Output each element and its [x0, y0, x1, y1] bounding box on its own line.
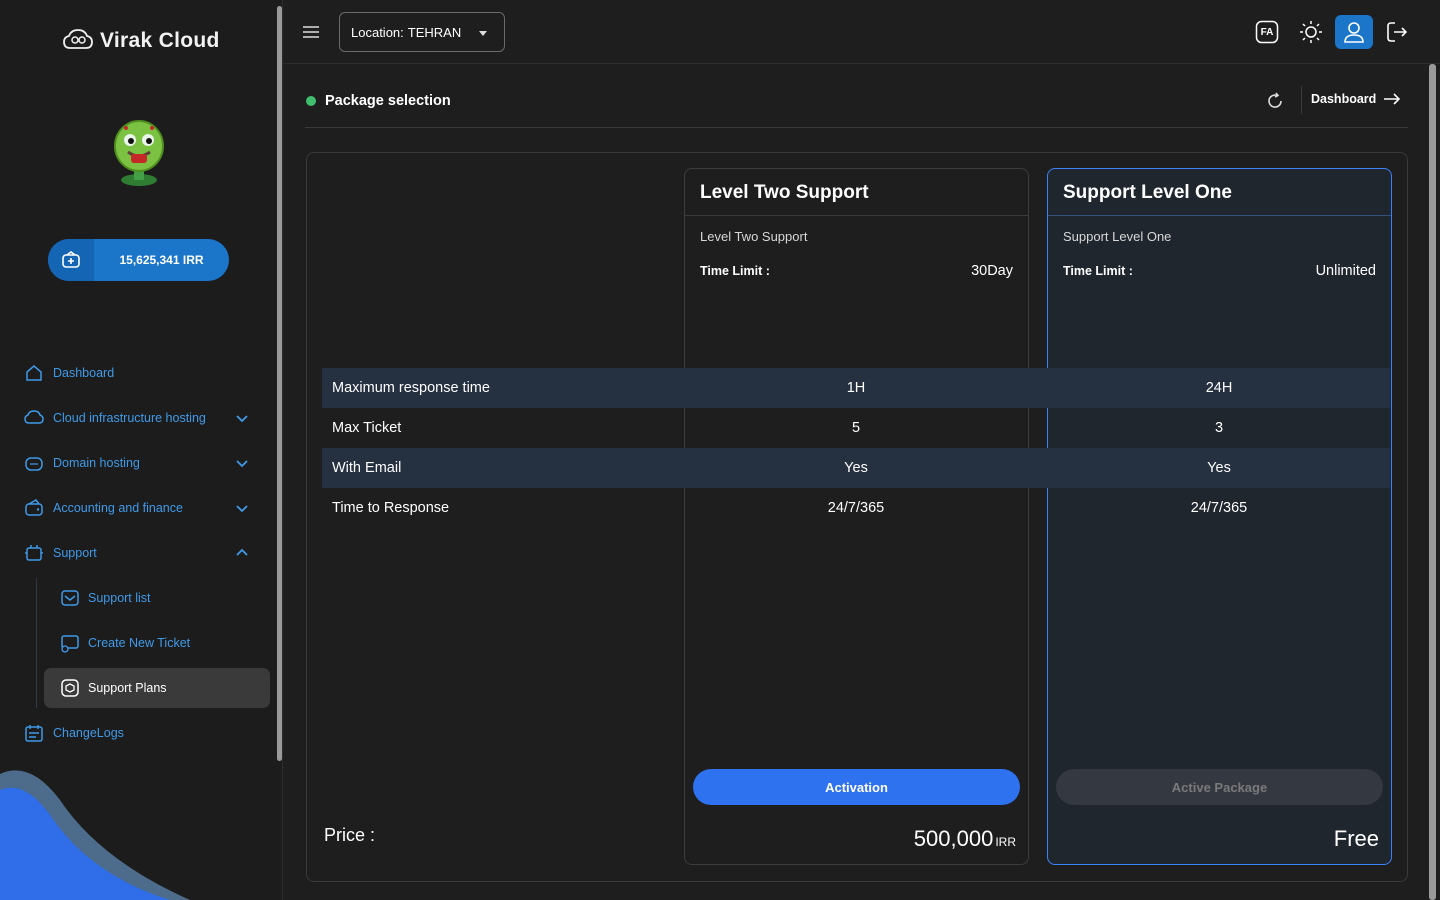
sidebar-item-cloud-hosting[interactable]: Cloud infrastructure hosting — [24, 406, 206, 430]
sidebar-item-label: Cloud infrastructure hosting — [53, 411, 206, 425]
cloud-logo-icon — [63, 29, 93, 49]
dashboard-link-label: Dashboard — [1311, 92, 1377, 106]
sidebar-item-label: Support Plans — [88, 681, 167, 695]
theme-toggle-button[interactable] — [1298, 17, 1324, 47]
feature-value-level-one: 3 — [1214, 420, 1224, 436]
language-button[interactable]: FA — [1254, 17, 1280, 47]
logout-icon — [1387, 22, 1408, 42]
sidebar-item-label: Create New Ticket — [88, 636, 191, 650]
cloud-icon — [24, 410, 44, 424]
price-label: Price : — [324, 825, 376, 845]
sidebar-item-changelogs[interactable]: ChangeLogs — [24, 721, 124, 745]
time-limit-value: 30Day — [971, 263, 1013, 279]
sidebar-item-support[interactable]: Support — [24, 541, 97, 565]
divider — [1301, 86, 1302, 114]
plan-title: Support Level One — [1063, 182, 1232, 203]
page-header: Package selection Dashboard — [305, 82, 1408, 128]
location-select[interactable]: Location: TEHRAN — [339, 12, 505, 52]
chevron-down-icon[interactable] — [234, 455, 250, 471]
domain-icon — [25, 457, 43, 471]
chevron-down-icon[interactable] — [234, 500, 250, 516]
plan-subtitle: Support Level One — [1063, 229, 1172, 244]
caret-down-icon — [479, 31, 487, 36]
submenu-line — [36, 578, 37, 708]
brand-name: Virak Cloud — [100, 29, 220, 52]
plan-price: 500,000 IRR — [914, 826, 1016, 852]
feature-value-level-one: 24/7/365 — [1190, 500, 1248, 516]
dashboard-link[interactable]: Dashboard — [1311, 92, 1401, 106]
home-icon — [26, 365, 42, 381]
divider — [1048, 215, 1391, 216]
sun-icon — [1300, 21, 1322, 43]
chevron-up-icon[interactable] — [234, 545, 250, 561]
feature-row: Time to Response 24/7/365 24/7/365 — [322, 488, 1390, 528]
feature-value-level-two: 5 — [851, 420, 861, 436]
time-limit-value: Unlimited — [1315, 263, 1376, 279]
feature-row: Max Ticket 5 3 — [322, 408, 1390, 448]
feature-label: Time to Response — [332, 500, 450, 516]
time-limit-label: Time Limit : — [700, 264, 770, 278]
chevron-down-icon[interactable] — [234, 410, 250, 426]
sidebar-item-dashboard[interactable]: Dashboard — [24, 361, 114, 385]
sidebar-item-label: Accounting and finance — [53, 501, 183, 515]
status-dot — [306, 96, 316, 106]
divider — [685, 215, 1028, 216]
sidebar-item-support-plans[interactable]: Support Plans — [60, 678, 167, 698]
balance-amount: 15,625,341 IRR — [119, 253, 204, 267]
location-value: TEHRAN — [407, 24, 462, 40]
logout-button[interactable] — [1384, 17, 1410, 47]
feature-value-level-one: Yes — [1207, 460, 1231, 476]
package-icon — [61, 679, 79, 697]
feature-value-level-one: 24H — [1205, 380, 1233, 396]
price-amount: 500,000 — [913, 826, 994, 851]
wallet-add-icon — [48, 239, 94, 281]
feature-row: Maximum response time 1H 24H — [322, 368, 1390, 408]
sidebar-item-accounting[interactable]: Accounting and finance — [24, 496, 183, 520]
price-currency: IRR — [995, 835, 1016, 849]
decorative-wave — [0, 770, 190, 900]
active-package-button[interactable]: Active Package — [1056, 769, 1383, 805]
feature-row: With Email Yes Yes — [322, 448, 1390, 488]
avatar[interactable] — [104, 118, 174, 193]
language-label: FA — [1260, 26, 1274, 38]
support-icon — [25, 545, 43, 561]
brand-logo[interactable]: Virak Cloud — [62, 28, 220, 54]
sidebar: Virak Cloud 15,625,341 IRR Dashboard Clo… — [0, 0, 283, 900]
feature-label: With Email — [332, 460, 402, 476]
sidebar-item-label: Dashboard — [53, 366, 115, 380]
feature-label: Max Ticket — [332, 420, 402, 436]
sidebar-item-label: ChangeLogs — [53, 726, 124, 740]
mail-icon — [61, 590, 79, 606]
topbar: Location: TEHRAN FA — [283, 0, 1440, 64]
feature-value-level-two: Yes — [844, 460, 868, 476]
new-ticket-icon — [61, 635, 79, 653]
profile-button[interactable] — [1335, 15, 1373, 49]
page-title: Package selection — [325, 93, 451, 109]
activation-button[interactable]: Activation — [693, 769, 1020, 805]
feature-value-level-two: 24/7/365 — [827, 500, 885, 516]
plan-price: Free — [1333, 826, 1379, 851]
refresh-icon[interactable] — [1265, 91, 1285, 111]
sidebar-scrollbar[interactable] — [277, 6, 282, 761]
sidebar-item-support-list[interactable]: Support list — [60, 588, 151, 608]
main-scrollbar[interactable] — [1429, 64, 1436, 900]
sidebar-item-label: Support list — [88, 591, 151, 605]
wallet-balance[interactable]: 15,625,341 IRR — [48, 239, 229, 281]
user-icon — [1344, 22, 1364, 43]
sidebar-item-label: Domain hosting — [53, 456, 140, 470]
calendar-icon — [25, 725, 43, 742]
arrow-right-icon — [1384, 93, 1401, 105]
menu-icon[interactable] — [301, 22, 321, 42]
time-limit-label: Time Limit : — [1063, 264, 1133, 278]
location-label: Location: — [351, 24, 404, 40]
sidebar-item-domain-hosting[interactable]: Domain hosting — [24, 451, 140, 475]
sidebar-item-label: Support — [53, 546, 97, 560]
plan-title: Level Two Support — [700, 182, 869, 203]
feature-value-level-two: 1H — [846, 380, 866, 396]
wallet-icon — [25, 499, 43, 516]
sidebar-item-create-ticket[interactable]: Create New Ticket — [60, 633, 190, 653]
feature-label: Maximum response time — [332, 380, 490, 396]
plan-subtitle: Level Two Support — [700, 229, 808, 244]
